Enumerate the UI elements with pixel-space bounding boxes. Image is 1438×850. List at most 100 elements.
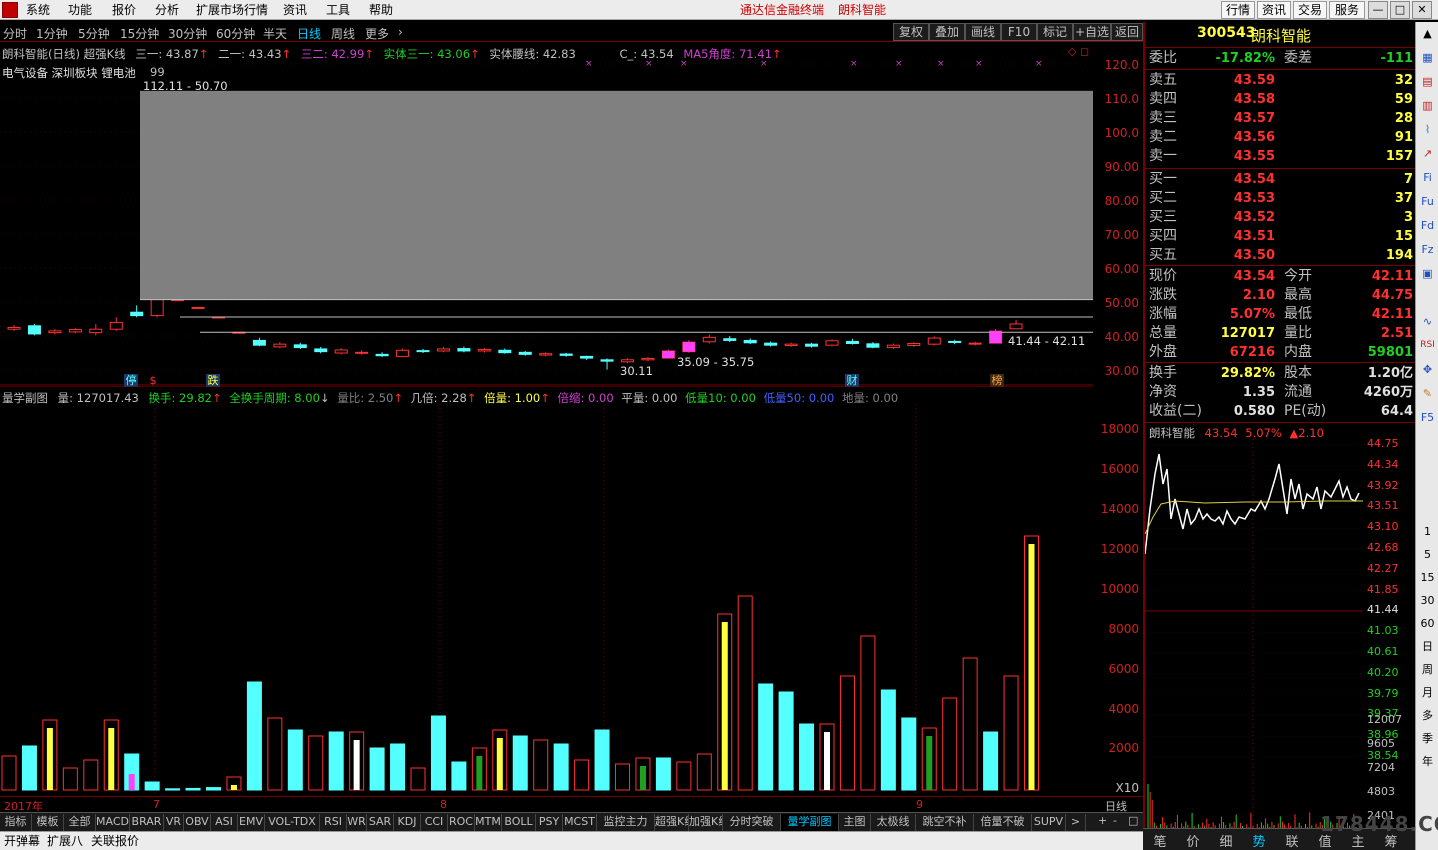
indicator-tab[interactable]: 倍量不破	[974, 814, 1032, 831]
zoom-out-button[interactable]: -	[1113, 814, 1117, 827]
menu-tools[interactable]: 工具	[326, 2, 350, 18]
grid-icon[interactable]: ▦	[1418, 48, 1437, 67]
mini-tab[interactable]: 联	[1277, 831, 1307, 850]
menu-news[interactable]: 资讯	[283, 2, 307, 18]
period-shortcut[interactable]: 30	[1418, 591, 1437, 610]
mini-tab[interactable]: 势	[1244, 831, 1274, 850]
period-tab-more[interactable]: 更多	[365, 25, 389, 42]
indicator-tab[interactable]: 指标	[0, 814, 32, 831]
indicator-tab[interactable]: CCI	[421, 814, 448, 831]
period-tab-60min[interactable]: 60分钟	[216, 25, 255, 42]
draw-line-button[interactable]: 画线	[965, 23, 1001, 41]
volume-chart[interactable]	[0, 386, 1093, 796]
adjust-button[interactable]: 复权	[893, 23, 929, 41]
news-button[interactable]: 资讯	[1257, 1, 1291, 19]
mini-tab[interactable]: 笔	[1145, 831, 1175, 850]
indicator-tab[interactable]: 加强K线	[689, 814, 723, 831]
indicator-tab[interactable]: BRAR	[130, 814, 164, 831]
menu-quote[interactable]: 报价	[112, 2, 136, 18]
indicator-tab[interactable]: SAR	[367, 814, 394, 831]
minimize-icon[interactable]: —	[1368, 1, 1388, 19]
period-tab-weekly[interactable]: 周线	[331, 25, 355, 42]
maximize-icon[interactable]: □	[1390, 1, 1410, 19]
menu-function[interactable]: 功能	[68, 2, 92, 18]
indicator-tab[interactable]: 跳空不补	[916, 814, 974, 831]
period-tab-daily[interactable]: 日线	[297, 25, 321, 42]
indicator-tab[interactable]: MACD	[96, 814, 130, 831]
period-shortcut[interactable]: 1	[1418, 522, 1437, 541]
mini-tab[interactable]: 细	[1211, 831, 1241, 850]
layout-button[interactable]: □	[1128, 814, 1138, 827]
close-icon[interactable]: ✕	[1412, 1, 1432, 19]
indicator-tab[interactable]: VR	[164, 814, 184, 831]
add-watchlist-button[interactable]: +自选	[1073, 23, 1111, 41]
app-logo-icon[interactable]	[2, 2, 18, 18]
oscillator-icon[interactable]: ∿	[1418, 312, 1437, 331]
period-shortcut[interactable]: 5	[1418, 545, 1437, 564]
indicator-tab[interactable]: EMV	[238, 814, 265, 831]
period-tab-5min[interactable]: 5分钟	[78, 25, 110, 42]
back-button[interactable]: 返回	[1111, 23, 1143, 41]
move-icon[interactable]: ✥	[1418, 360, 1437, 379]
period-shortcut[interactable]: 60	[1418, 614, 1437, 633]
fd-icon[interactable]: Fd	[1418, 216, 1437, 235]
indicator-tab[interactable]: 量学副图	[781, 814, 839, 831]
period-tab-halfday[interactable]: 半天	[263, 25, 287, 42]
candle-icon[interactable]: ▥	[1418, 96, 1437, 115]
f5-icon[interactable]: F5	[1418, 408, 1437, 427]
f10-button[interactable]: F10	[1001, 23, 1037, 41]
arrow-up-icon[interactable]: ▲	[1418, 24, 1437, 43]
intraday-mini-chart[interactable]: 朗科智能 43.54 5.07% ▲2.10 44.75 44.34 43.92 43…	[1143, 422, 1415, 829]
indicator-tab[interactable]: WR	[347, 814, 367, 831]
period-shortcut[interactable]: 多	[1418, 706, 1437, 725]
period-shortcut[interactable]: 年	[1418, 752, 1437, 771]
indicator-tab[interactable]: 监控主力	[597, 814, 655, 831]
chart-icon[interactable]: ▤	[1418, 72, 1437, 91]
indicator-tab[interactable]: ASI	[211, 814, 238, 831]
fu-icon[interactable]: Fu	[1418, 192, 1437, 211]
indicator-tab[interactable]: KDJ	[394, 814, 421, 831]
indicator-tab[interactable]: >	[1066, 814, 1086, 831]
indicator-tab[interactable]: OBV	[184, 814, 211, 831]
menu-analysis[interactable]: 分析	[155, 2, 179, 18]
mark-button[interactable]: 标记	[1037, 23, 1073, 41]
trade-button[interactable]: 交易	[1293, 1, 1327, 19]
indicator-tab[interactable]: MCST	[563, 814, 597, 831]
rsi-icon[interactable]: RSI	[1418, 336, 1437, 355]
menu-extended-market[interactable]: 扩展市场行情	[196, 2, 268, 18]
mini-tab[interactable]: 价	[1178, 831, 1208, 850]
indicator-tab[interactable]: VOL-TDX	[265, 814, 320, 831]
trend-icon[interactable]: ↗	[1418, 144, 1437, 163]
menu-help[interactable]: 帮助	[369, 2, 393, 18]
period-shortcut[interactable]: 日	[1418, 637, 1437, 656]
menu-system[interactable]: 系统	[26, 2, 50, 18]
period-tab-1min[interactable]: 1分钟	[36, 25, 68, 42]
overlay-button[interactable]: 叠加	[929, 23, 965, 41]
indicator-tab[interactable]: 分时突破	[723, 814, 781, 831]
indicator-tab[interactable]: 太极线	[871, 814, 916, 831]
extend-eight-tab[interactable]: 扩展八	[47, 833, 83, 849]
related-quote-tab[interactable]: 关联报价	[91, 833, 139, 849]
indicator-tab[interactable]: 超强K线	[655, 814, 689, 831]
period-shortcut[interactable]: 季	[1418, 729, 1437, 748]
indicator-tab[interactable]: RSI	[320, 814, 347, 831]
period-shortcut[interactable]: 周	[1418, 660, 1437, 679]
period-tab-intraday[interactable]: 分时	[3, 25, 27, 42]
quote-button[interactable]: 行情	[1221, 1, 1255, 19]
indicator-tab[interactable]: 全部	[64, 814, 96, 831]
danmaku-toggle[interactable]: 开弹幕	[4, 833, 40, 849]
indicator-tab[interactable]: BOLL	[502, 814, 536, 831]
period-shortcut[interactable]: 月	[1418, 683, 1437, 702]
service-button[interactable]: 服务	[1329, 1, 1365, 19]
line-chart-icon[interactable]: ⌇	[1418, 120, 1437, 139]
candlestick-chart[interactable]: × × × × × × × × ×	[0, 42, 1093, 386]
fz-icon[interactable]: Fz	[1418, 240, 1437, 259]
indicator-tab[interactable]: MTM	[475, 814, 502, 831]
period-shortcut[interactable]: 15	[1418, 568, 1437, 587]
period-tab-15min[interactable]: 15分钟	[120, 25, 159, 42]
chevron-right-icon[interactable]: ›	[398, 25, 403, 39]
indicator-tab[interactable]: PSY	[536, 814, 563, 831]
fin-icon[interactable]: Fi	[1418, 168, 1437, 187]
indicator-tab[interactable]: ROC	[448, 814, 475, 831]
period-tab-30min[interactable]: 30分钟	[168, 25, 207, 42]
